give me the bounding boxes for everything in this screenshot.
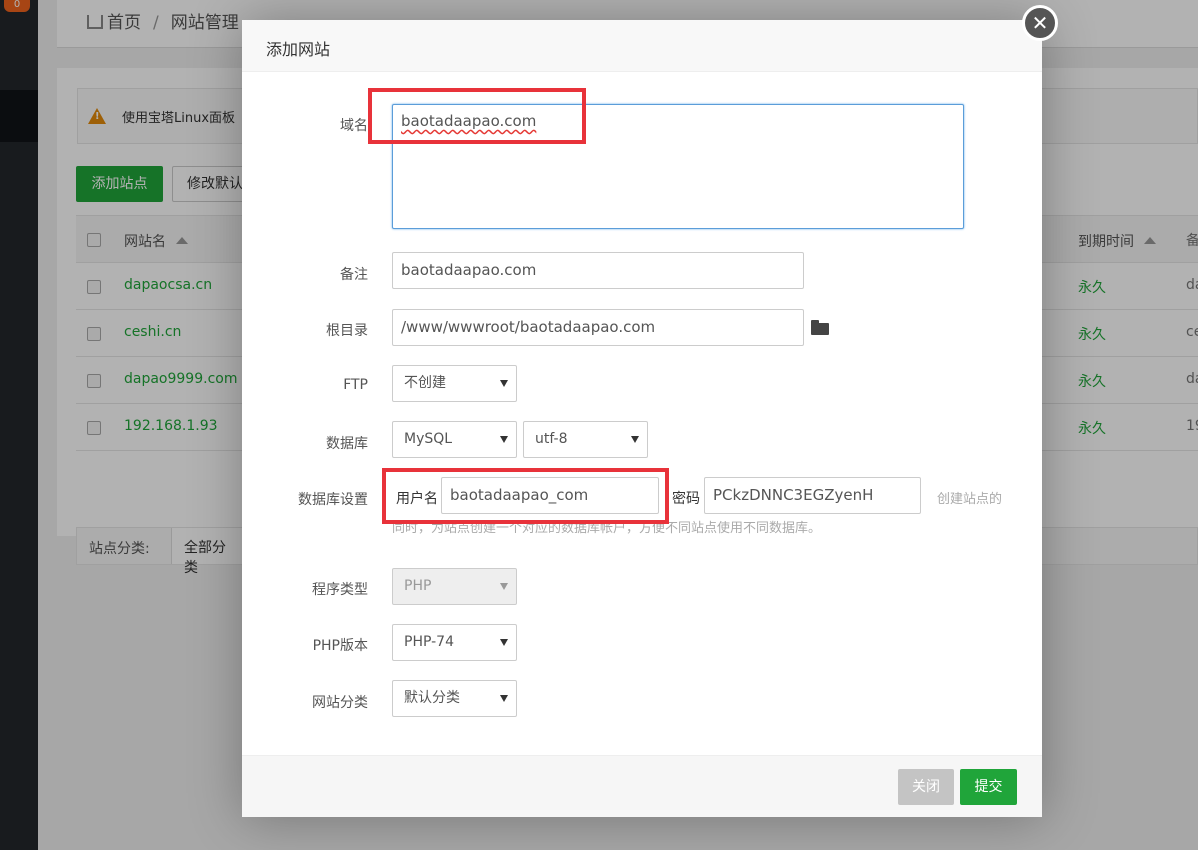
program-type-label: 程序类型: [312, 582, 368, 598]
folder-open-icon[interactable]: [811, 320, 829, 335]
dialog-footer: 关闭 提交: [242, 755, 1042, 817]
dialog-title: 添加网站: [242, 20, 1042, 72]
php-version-value: PHP-74: [404, 634, 454, 650]
ftp-select[interactable]: 不创建: [392, 365, 517, 402]
add-site-dialog: 添加网站 域名 baotadaapao.com 备注 baotadaapao.c…: [242, 20, 1042, 817]
site-category-value: 默认分类: [404, 690, 460, 706]
submit-button[interactable]: 提交: [960, 769, 1017, 805]
domain-textarea[interactable]: baotadaapao.com: [392, 104, 964, 229]
db-hint-line2: 同时，为站点创建一个对应的数据库帐户，方便不同站点使用不同数据库。: [392, 521, 822, 536]
db-hint-line1: 创建站点的: [937, 492, 1003, 507]
db-password-label: 密码: [672, 491, 700, 507]
remark-input[interactable]: baotadaapao.com: [392, 252, 804, 289]
chevron-down-icon: [500, 380, 508, 387]
database-charset-select[interactable]: utf-8: [523, 421, 648, 458]
db-user-label: 用户名: [396, 491, 438, 507]
database-type-select[interactable]: MySQL: [392, 421, 517, 458]
domain-value: baotadaapao.com: [401, 112, 537, 130]
close-icon[interactable]: ✕: [1022, 5, 1058, 41]
remark-label: 备注: [340, 267, 368, 283]
chevron-down-icon: [500, 639, 508, 646]
chevron-down-icon: [500, 695, 508, 702]
database-charset-value: utf-8: [535, 431, 568, 447]
chevron-down-icon: [631, 436, 639, 443]
root-dir-label: 根目录: [326, 323, 368, 339]
db-password-input[interactable]: PCkzDNNC3EGZyenH: [704, 477, 921, 514]
database-type-value: MySQL: [404, 431, 453, 447]
program-type-select: PHP: [392, 568, 517, 605]
site-category-select[interactable]: 默认分类: [392, 680, 517, 717]
close-button[interactable]: 关闭: [898, 769, 954, 805]
php-version-select[interactable]: PHP-74: [392, 624, 517, 661]
program-type-value: PHP: [404, 578, 432, 594]
php-version-label: PHP版本: [312, 638, 368, 654]
root-dir-input[interactable]: /www/wwwroot/baotadaapao.com: [392, 309, 804, 346]
chevron-down-icon: [500, 436, 508, 443]
ftp-select-value: 不创建: [404, 375, 446, 391]
domain-label: 域名: [340, 118, 368, 134]
site-category-label: 网站分类: [312, 695, 368, 711]
database-label: 数据库: [326, 436, 368, 452]
chevron-down-icon: [500, 583, 508, 590]
ftp-label: FTP: [343, 377, 368, 393]
